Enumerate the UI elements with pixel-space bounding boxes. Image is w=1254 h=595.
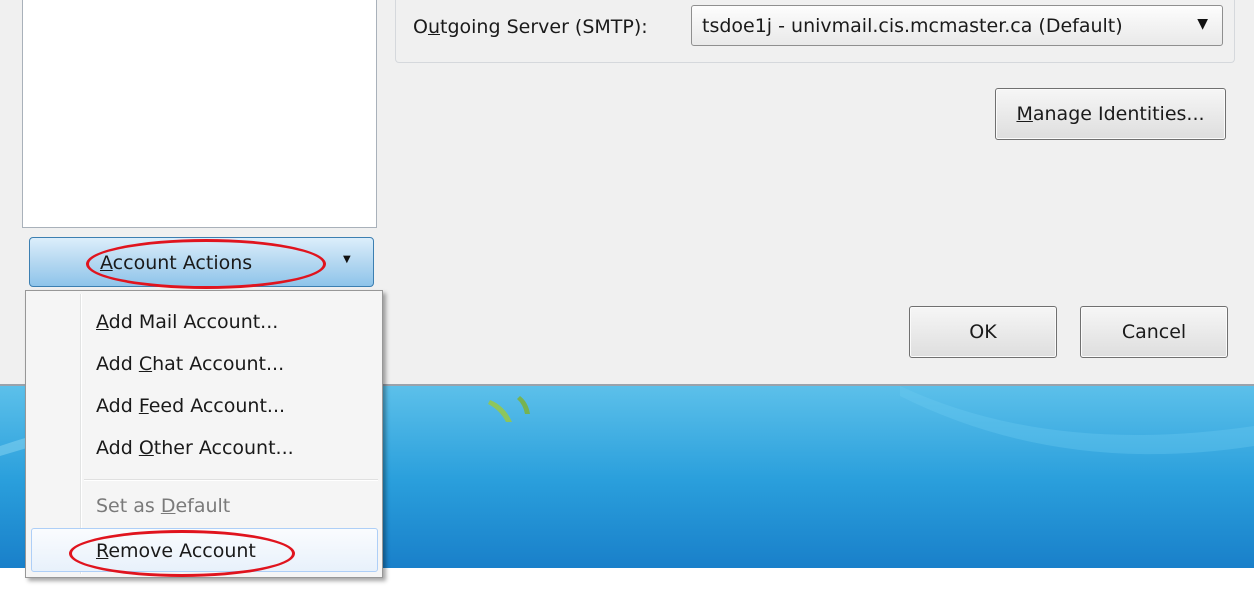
chevron-down-icon: ▼ (343, 254, 351, 265)
account-list[interactable] (22, 0, 377, 228)
menu-item-set-as-default: Set as Default (96, 495, 231, 517)
menu-separator (84, 479, 378, 481)
smtp-server-select[interactable]: tsdoe1j - univmail.cis.mcmaster.ca (Defa… (691, 5, 1223, 46)
smtp-server-value: tsdoe1j - univmail.cis.mcmaster.ca (Defa… (702, 15, 1123, 37)
ok-button[interactable]: OK (909, 306, 1057, 358)
account-actions-menu: Add Mail Account... Add Chat Account... … (25, 290, 383, 578)
menu-item-add-other-account[interactable]: Add Other Account... (96, 437, 294, 459)
menu-item-add-mail-account[interactable]: Add Mail Account... (96, 311, 278, 333)
menu-item-add-feed-account[interactable]: Add Feed Account... (96, 395, 285, 417)
menu-item-remove-account[interactable]: Remove Account (96, 540, 256, 562)
smtp-label: Outgoing Server (SMTP): (413, 16, 648, 38)
cancel-button[interactable]: Cancel (1080, 306, 1228, 358)
menu-item-add-chat-account[interactable]: Add Chat Account... (96, 353, 284, 375)
account-actions-button[interactable]: Account Actions ▼ (29, 237, 374, 287)
chevron-down-icon: ▼ (1197, 16, 1208, 32)
account-actions-label: Account Actions (100, 252, 253, 274)
manage-identities-button[interactable]: Manage Identities... (995, 88, 1226, 140)
